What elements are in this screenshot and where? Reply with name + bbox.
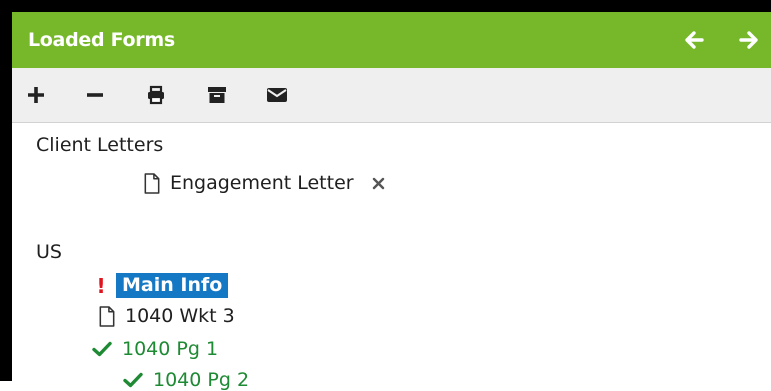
error-icon: ! <box>96 273 106 298</box>
arrow-left-icon <box>685 31 704 49</box>
tree-item-main-info[interactable]: ! Main Info <box>92 273 229 298</box>
panel-title: Loaded Forms <box>28 29 175 51</box>
item-label: 1040 Pg 1 <box>122 338 219 360</box>
back-arrow-button[interactable] <box>679 12 709 68</box>
tree-group-us[interactable]: US <box>36 241 62 263</box>
archive-icon <box>208 87 226 103</box>
arrow-right-icon <box>739 31 758 49</box>
archive-button[interactable] <box>205 83 229 107</box>
forms-tree: Client Letters Engagement Letter US ! Ma… <box>12 123 771 391</box>
email-button[interactable] <box>265 83 289 107</box>
print-button[interactable] <box>144 83 168 107</box>
item-label: 1040 Wkt 3 <box>125 305 235 327</box>
add-button[interactable] <box>24 83 48 107</box>
checkmark-icon <box>123 372 143 388</box>
checkmark-icon <box>92 341 112 357</box>
close-icon <box>372 177 384 189</box>
plus-icon <box>28 87 44 103</box>
remove-item-button[interactable] <box>372 177 385 190</box>
minus-icon <box>87 93 103 97</box>
tree-item-1040-wkt-3[interactable]: 1040 Wkt 3 <box>98 305 235 327</box>
tree-item-1040-pg-2[interactable]: 1040 Pg 2 <box>123 369 249 391</box>
print-icon <box>148 85 164 105</box>
tree-item-1040-pg-1[interactable]: 1040 Pg 1 <box>92 338 218 360</box>
item-label-selected: Main Info <box>116 273 229 298</box>
forward-arrow-button[interactable] <box>734 12 764 68</box>
remove-button[interactable] <box>83 83 107 107</box>
document-icon <box>99 305 115 327</box>
envelope-icon <box>267 88 287 102</box>
item-label: 1040 Pg 2 <box>153 369 250 391</box>
item-label: Engagement Letter <box>170 172 354 194</box>
group-label: US <box>36 241 62 263</box>
tree-group-client-letters[interactable]: Client Letters <box>36 134 163 156</box>
toolbar <box>12 68 771 123</box>
document-icon <box>144 172 160 194</box>
panel-header: Loaded Forms <box>12 12 771 68</box>
tree-item-engagement-letter[interactable]: Engagement Letter <box>143 172 385 194</box>
loaded-forms-panel: Loaded Forms Client Letters Engagement L… <box>0 0 771 391</box>
group-label: Client Letters <box>36 134 164 156</box>
